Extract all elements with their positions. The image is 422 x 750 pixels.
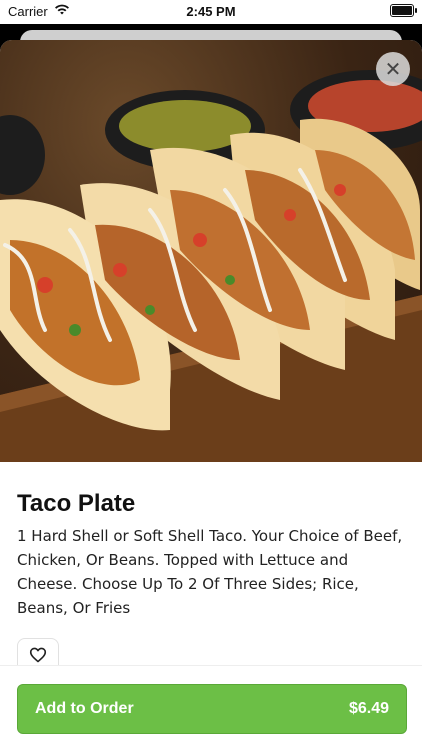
status-bar: Carrier 2:45 PM xyxy=(0,0,422,24)
add-to-order-button[interactable]: Add to Order $6.49 xyxy=(17,684,407,734)
item-photo: ✕ xyxy=(0,40,422,462)
battery-icon xyxy=(390,4,417,17)
item-price: $6.49 xyxy=(348,700,389,717)
bottom-action-bar: Add to Order $6.49 xyxy=(0,665,422,750)
taco-illustration xyxy=(0,70,422,462)
close-button[interactable]: ✕ xyxy=(376,52,410,86)
item-detail-sheet: ✕ Taco Plate 1 Hard Shell or Soft Shell … xyxy=(0,40,422,750)
status-time: 2:45 PM xyxy=(186,4,236,19)
item-description: 1 Hard Shell or Soft Shell Taco. Your Ch… xyxy=(17,527,403,617)
close-icon: ✕ xyxy=(384,58,402,81)
add-to-order-label: Add to Order xyxy=(35,700,134,717)
item-title: Taco Plate xyxy=(17,490,136,517)
